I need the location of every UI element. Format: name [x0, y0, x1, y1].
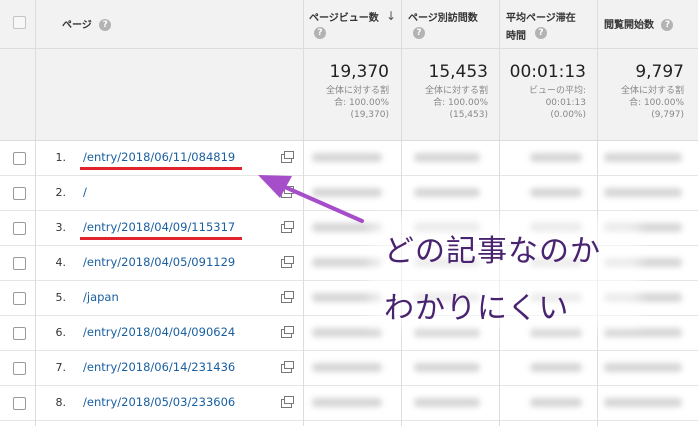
annotation-arrow-icon: [258, 175, 364, 223]
annotation-text-line1: どの記事なのか: [384, 234, 601, 269]
annotation-text-line2: わかりにくい: [384, 291, 570, 326]
